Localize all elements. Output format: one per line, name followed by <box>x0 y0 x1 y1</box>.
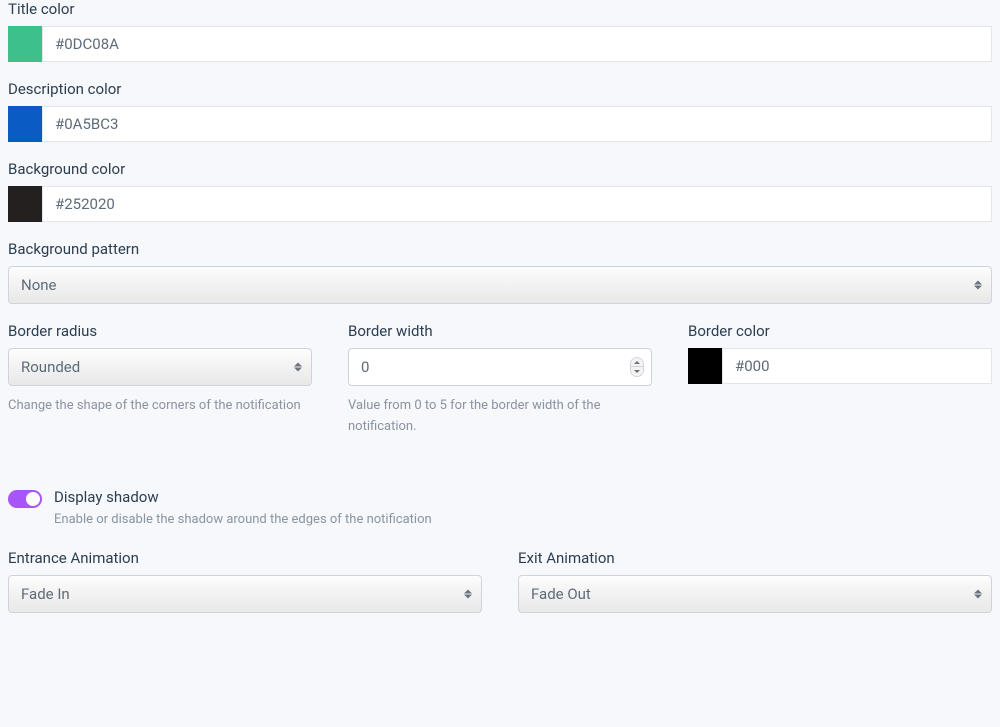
display-shadow-toggle[interactable] <box>8 490 42 508</box>
description-color-input[interactable] <box>42 106 992 142</box>
exit-animation-label: Exit Animation <box>518 549 992 567</box>
description-color-label: Description color <box>8 80 992 98</box>
background-pattern-select[interactable]: None <box>8 266 992 304</box>
border-width-help: Value from 0 to 5 for the border width o… <box>348 396 652 438</box>
title-color-swatch[interactable] <box>8 26 42 62</box>
toggle-thumb <box>26 492 40 506</box>
display-shadow-help: Enable or disable the shadow around the … <box>54 512 992 527</box>
border-radius-label: Border radius <box>8 322 312 340</box>
background-color-swatch[interactable] <box>8 186 42 222</box>
exit-animation-select[interactable]: Fade Out <box>518 575 992 613</box>
border-color-swatch[interactable] <box>688 348 722 384</box>
entrance-animation-select[interactable]: Fade In <box>8 575 482 613</box>
background-color-label: Background color <box>8 160 992 178</box>
title-color-label: Title color <box>8 0 992 18</box>
background-color-input[interactable] <box>42 186 992 222</box>
border-radius-select[interactable]: Rounded <box>8 348 312 386</box>
border-color-input[interactable] <box>722 348 992 384</box>
border-width-input[interactable] <box>348 348 652 386</box>
border-width-decrement[interactable] <box>631 367 643 376</box>
border-radius-help: Change the shape of the corners of the n… <box>8 396 312 417</box>
description-color-swatch[interactable] <box>8 106 42 142</box>
border-width-increment[interactable] <box>631 358 643 367</box>
entrance-animation-label: Entrance Animation <box>8 549 482 567</box>
border-color-label: Border color <box>688 322 992 340</box>
background-pattern-label: Background pattern <box>8 240 992 258</box>
title-color-input[interactable] <box>42 26 992 62</box>
border-width-label: Border width <box>348 322 652 340</box>
display-shadow-label: Display shadow <box>54 488 992 506</box>
